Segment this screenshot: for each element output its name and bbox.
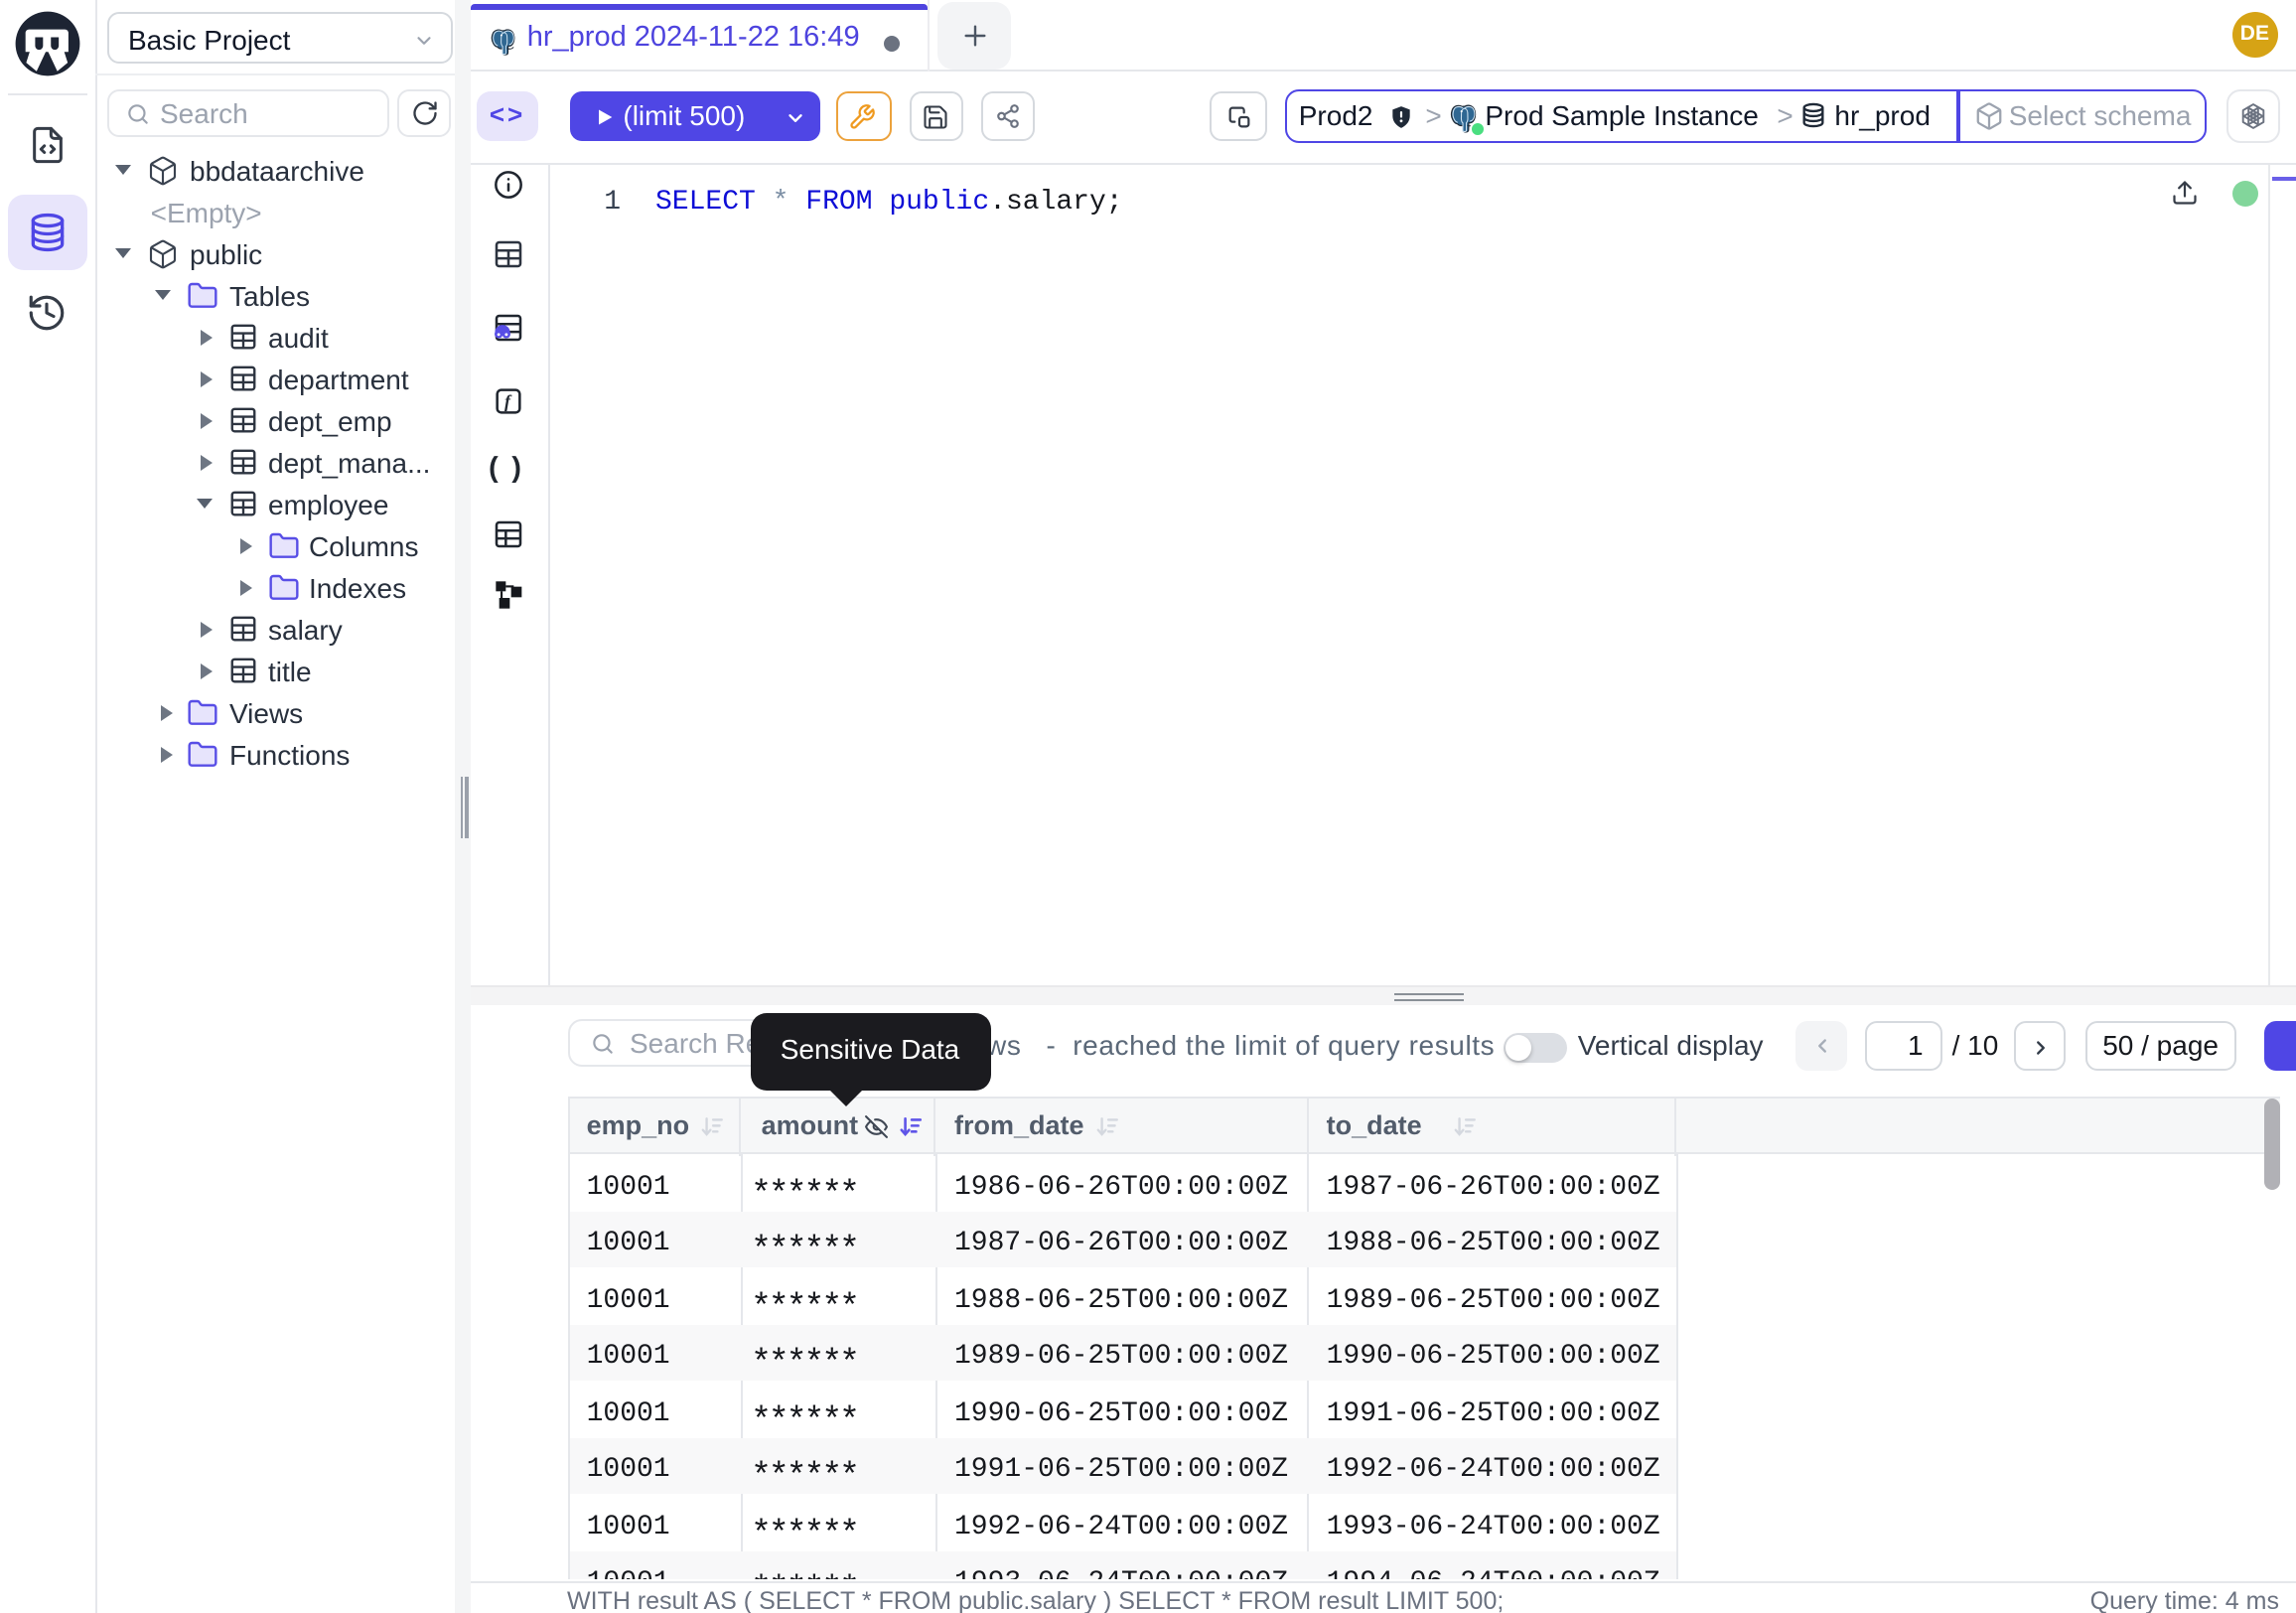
svg-text:f: f (503, 390, 511, 410)
